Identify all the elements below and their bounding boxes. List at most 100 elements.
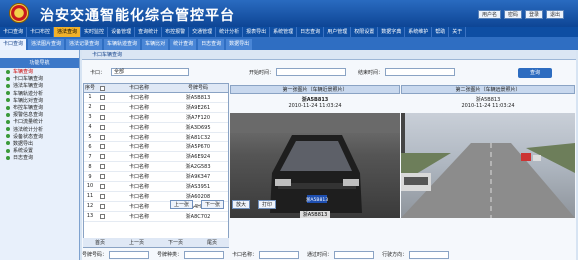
subnav-tab[interactable]: 卡口查询 — [0, 39, 27, 50]
row-plate[interactable]: 浙A3D695 — [170, 124, 226, 131]
nav-tab[interactable]: 关于 — [449, 27, 467, 37]
detail-field[interactable] — [109, 250, 150, 259]
sidebar-item[interactable]: 卡口流量统计 — [0, 118, 79, 125]
nav-tab[interactable]: 设备管理 — [108, 27, 136, 37]
row-checkbox[interactable] — [96, 124, 108, 130]
first-page-link[interactable]: 首页 — [95, 239, 105, 246]
row-plate[interactable]: 浙A6E924 — [170, 153, 226, 160]
sidebar-item[interactable]: 车辆查询 — [0, 68, 79, 75]
end-time-input[interactable] — [385, 68, 456, 76]
photo-action-button[interactable]: 上一张 — [170, 200, 194, 209]
sidebar-item[interactable]: 违法统计分析 — [0, 126, 79, 133]
row-plate[interactable]: 浙A5B813 — [170, 94, 226, 101]
detail-field[interactable] — [184, 250, 225, 259]
checkpoint-label: 卡口： — [90, 69, 106, 76]
login-button[interactable]: 登录 — [525, 10, 544, 19]
row-checkbox[interactable] — [96, 183, 108, 189]
nav-tab[interactable]: 查询统计 — [135, 27, 163, 37]
row-checkbox[interactable] — [96, 164, 108, 170]
next-page-link[interactable]: 下一页 — [168, 239, 183, 246]
table-row[interactable]: 6 卡口名称 浙A5P670 — [84, 142, 228, 153]
row-checkbox[interactable] — [96, 114, 108, 120]
row-plate[interactable]: 浙A60208 — [170, 193, 226, 200]
row-plate[interactable]: 浙A9K347 — [170, 173, 226, 180]
nav-tab[interactable]: 数据字典 — [378, 27, 406, 37]
sidebar-item[interactable]: 报警信息查询 — [0, 111, 79, 118]
detail-field[interactable] — [259, 250, 300, 259]
nav-tab[interactable]: 卡口布控 — [27, 27, 55, 37]
row-checkbox[interactable] — [96, 154, 108, 160]
nav-tab[interactable]: 交通管理 — [189, 27, 217, 37]
table-row[interactable]: 4 卡口名称 浙A3D695 — [84, 123, 228, 133]
row-checkbox[interactable] — [96, 144, 108, 150]
sidebar-item[interactable]: 卡口车辆查询 — [0, 75, 79, 82]
row-plate[interactable]: 浙A81C32 — [170, 134, 226, 141]
table-row[interactable]: 5 卡口名称 浙A81C32 — [84, 133, 228, 143]
prev-page-link[interactable]: 上一页 — [129, 239, 144, 246]
query-button[interactable]: 查询 — [518, 68, 552, 78]
row-plate[interactable]: 浙A7F120 — [170, 114, 226, 121]
table-row[interactable]: 10 卡口名称 浙AS3951 — [84, 182, 228, 192]
nav-tab[interactable]: 用户管理 — [324, 27, 352, 37]
table-row[interactable]: 7 卡口名称 浙A6E924 — [84, 152, 228, 163]
row-checkbox[interactable] — [96, 213, 108, 219]
detail-field[interactable] — [409, 250, 450, 259]
row-plate[interactable]: 浙AS3951 — [170, 183, 226, 190]
subnav-tab[interactable]: 数据导出 — [226, 39, 253, 50]
row-plate[interactable]: 浙A2G583 — [170, 163, 226, 170]
nav-tab[interactable]: 统计分析 — [216, 27, 244, 37]
sidebar-item[interactable]: 车辆比对查询 — [0, 97, 79, 104]
bullet-icon — [6, 134, 10, 139]
username-field[interactable]: 用户名 — [478, 10, 502, 19]
photo-action-button[interactable]: 打印 — [258, 200, 277, 209]
subnav-tab[interactable]: 统计查询 — [170, 39, 197, 50]
detail-field[interactable] — [334, 250, 375, 259]
far-vehicle-photo[interactable] — [401, 113, 575, 218]
subnav-tab[interactable]: 违法记录查询 — [66, 39, 103, 50]
table-row[interactable]: 9 卡口名称 浙A9K347 — [84, 172, 228, 183]
start-time-input[interactable] — [276, 68, 347, 76]
photo-action-button[interactable]: 放大 — [232, 200, 251, 209]
logout-button[interactable]: 退出 — [546, 10, 565, 19]
sidebar-item[interactable]: 布控车辆查询 — [0, 104, 79, 111]
nav-tab[interactable]: 系统管理 — [270, 27, 298, 37]
sidebar-item[interactable]: 违法车辆查询 — [0, 82, 79, 89]
subnav-tab[interactable]: 日志查询 — [198, 39, 225, 50]
subnav-tab[interactable]: 违法图片查询 — [28, 39, 65, 50]
select-all-checkbox[interactable] — [96, 84, 108, 92]
row-checkbox[interactable] — [96, 193, 108, 199]
nav-tab[interactable]: 实时监控 — [81, 27, 109, 37]
nav-tab[interactable]: 违法查询 — [54, 27, 82, 37]
sidebar-item[interactable]: 数据导出 — [0, 140, 79, 147]
nav-tab[interactable]: 布控报警 — [162, 27, 190, 37]
row-checkbox[interactable] — [96, 134, 108, 140]
password-field[interactable]: 密码 — [504, 10, 523, 19]
sidebar-item[interactable]: 系统设置 — [0, 147, 79, 154]
table-row[interactable]: 2 卡口名称 浙A9E261 — [84, 103, 228, 113]
nav-tab[interactable]: 帮助 — [432, 27, 450, 37]
nav-tab[interactable]: 卡口查询 — [0, 27, 28, 37]
subnav-tab[interactable]: 车辆轨迹查询 — [104, 39, 141, 50]
table-row[interactable]: 3 卡口名称 浙A7F120 — [84, 113, 228, 123]
photo-action-button[interactable]: 下一张 — [201, 200, 225, 209]
table-row[interactable]: 1 卡口名称 浙A5B813 — [84, 93, 228, 103]
row-checkbox[interactable] — [96, 203, 108, 209]
sidebar-item[interactable]: 车辆轨迹分析 — [0, 90, 79, 97]
last-page-link[interactable]: 尾页 — [207, 239, 217, 246]
table-row[interactable]: 13 卡口名称 浙A8C702 — [84, 212, 228, 222]
checkpoint-select[interactable]: 全部 — [111, 68, 190, 76]
sidebar-item[interactable]: 设备状态查询 — [0, 133, 79, 140]
table-row[interactable]: 8 卡口名称 浙A2G583 — [84, 162, 228, 173]
nav-tab[interactable]: 日志查询 — [297, 27, 325, 37]
row-plate[interactable]: 浙A5P670 — [170, 143, 226, 150]
row-checkbox[interactable] — [96, 174, 108, 180]
subnav-tab[interactable]: 车辆比对 — [142, 39, 169, 50]
nav-tab[interactable]: 报表导出 — [243, 27, 271, 37]
row-plate[interactable]: 浙A9E261 — [170, 104, 226, 111]
row-checkbox[interactable] — [96, 94, 108, 100]
row-plate[interactable]: 浙A8C702 — [170, 213, 226, 220]
nav-tab[interactable]: 系统维护 — [405, 27, 433, 37]
row-checkbox[interactable] — [96, 104, 108, 110]
nav-tab[interactable]: 权限设置 — [351, 27, 379, 37]
sidebar-item[interactable]: 日志查询 — [0, 154, 79, 161]
